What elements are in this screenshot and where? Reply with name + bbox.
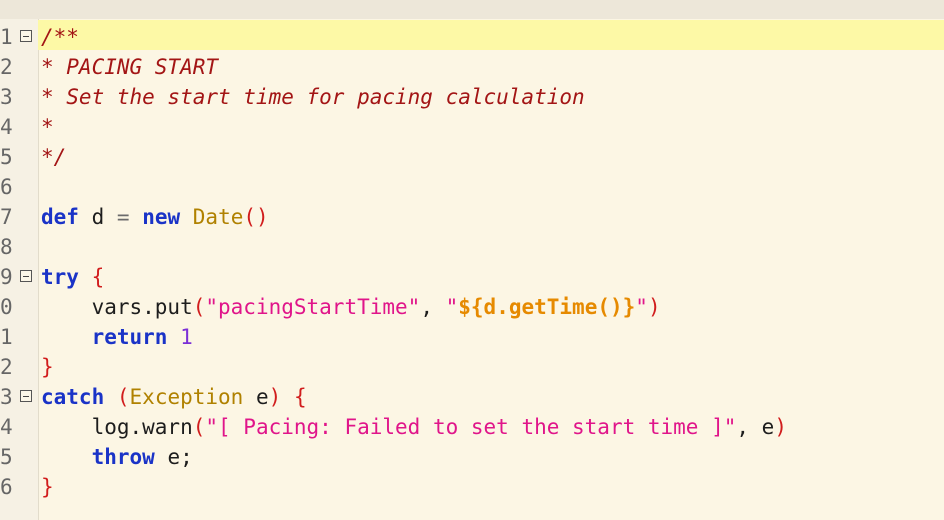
code-line[interactable]: 8 bbox=[0, 232, 944, 262]
code-text[interactable]: try { bbox=[41, 262, 104, 292]
code-token: "[ Pacing: Failed to set the start time … bbox=[205, 415, 737, 439]
code-editor[interactable]: 1 /** 2 * PACING START 3 * Set the start time… bbox=[0, 0, 944, 520]
code-line[interactable]: 4 * bbox=[0, 112, 944, 142]
code-text[interactable]: } bbox=[41, 352, 54, 382]
code-line[interactable]: 2} bbox=[0, 352, 944, 382]
code-text[interactable]: * PACING START bbox=[41, 52, 218, 82]
line-number: 5 bbox=[0, 445, 13, 469]
line-number: 9 bbox=[0, 265, 13, 289]
code-token: ) bbox=[647, 295, 661, 319]
code-line[interactable]: 3 catch (Exception e) { bbox=[0, 382, 944, 412]
fold-collapse-icon[interactable] bbox=[20, 390, 32, 402]
code-token: def bbox=[41, 205, 79, 229]
code-text[interactable]: * Set the start time for pacing calculat… bbox=[41, 82, 585, 112]
code-token: () bbox=[243, 205, 269, 229]
code-text[interactable]: def d = new Date() bbox=[41, 202, 269, 232]
code-line[interactable]: 3 * Set the start time for pacing calcula… bbox=[0, 82, 944, 112]
line-number: 1 bbox=[0, 25, 13, 49]
code-token: ( bbox=[116, 385, 130, 409]
fold-collapse-icon[interactable] bbox=[20, 270, 32, 282]
code-text[interactable]: return 1 bbox=[41, 322, 193, 352]
code-token: } bbox=[41, 355, 54, 379]
code-text[interactable]: vars.put("pacingStartTime", "${d.getTime… bbox=[41, 292, 661, 322]
code-token: vars.put bbox=[41, 295, 193, 319]
fold-collapse-icon[interactable] bbox=[20, 30, 32, 42]
code-line[interactable]: 0 vars.put("pacingStartTime", "${d.getTi… bbox=[0, 292, 944, 322]
code-text[interactable]: /** bbox=[41, 22, 79, 52]
line-number: 1 bbox=[0, 325, 13, 349]
code-token: Exception bbox=[129, 385, 244, 409]
line-number: 6 bbox=[0, 175, 13, 199]
code-line[interactable]: 6} bbox=[0, 472, 944, 502]
code-token: " bbox=[445, 295, 459, 319]
editor-top-bar bbox=[0, 0, 944, 19]
code-token: ( bbox=[192, 415, 206, 439]
line-number: 2 bbox=[0, 55, 13, 79]
code-token: try bbox=[41, 265, 79, 289]
code-line[interactable]: 6 bbox=[0, 172, 944, 202]
code-line[interactable]: 2 * PACING START bbox=[0, 52, 944, 82]
line-number: 6 bbox=[0, 475, 13, 499]
code-line[interactable]: 1 /** bbox=[0, 22, 944, 52]
code-token: throw bbox=[91, 445, 155, 469]
code-token: e bbox=[243, 385, 269, 409]
line-number: 4 bbox=[0, 115, 13, 139]
code-token: log.warn bbox=[41, 415, 193, 439]
code-token: Date bbox=[192, 205, 244, 229]
code-token: */ bbox=[41, 145, 67, 169]
code-token: /** bbox=[41, 25, 79, 49]
code-token: "pacingStartTime" bbox=[205, 295, 421, 319]
line-number: 7 bbox=[0, 205, 13, 229]
line-number: 0 bbox=[0, 295, 13, 319]
code-token: e; bbox=[154, 445, 193, 469]
code-line[interactable]: 5 throw e; bbox=[0, 442, 944, 472]
code-line[interactable]: 5 */ bbox=[0, 142, 944, 172]
code-lines[interactable]: 1 /** 2 * PACING START 3 * Set the start time… bbox=[0, 22, 944, 502]
code-text[interactable]: catch (Exception e) { bbox=[41, 382, 307, 412]
code-token: return bbox=[91, 325, 168, 349]
line-number: 8 bbox=[0, 235, 13, 259]
code-token: ${d.getTime()} bbox=[458, 295, 636, 319]
line-number: 3 bbox=[0, 85, 13, 109]
code-line[interactable]: 1 return 1 bbox=[0, 322, 944, 352]
code-token: , bbox=[420, 295, 446, 319]
code-token: = bbox=[116, 205, 130, 229]
code-token: ) bbox=[774, 415, 787, 439]
code-token: * Set the start time for pacing calculat… bbox=[41, 85, 585, 109]
code-text[interactable]: log.warn("[ Pacing: Failed to set the st… bbox=[41, 412, 787, 442]
code-line[interactable]: 7 def d = new Date() bbox=[0, 202, 944, 232]
code-token: } bbox=[41, 475, 54, 499]
code-token: ( bbox=[192, 295, 206, 319]
line-number: 4 bbox=[0, 415, 13, 439]
code-text[interactable]: throw e; bbox=[41, 442, 193, 472]
code-token: { bbox=[91, 265, 105, 289]
code-token: , e bbox=[736, 415, 775, 439]
code-token: { bbox=[293, 385, 307, 409]
code-token: * PACING START bbox=[41, 55, 219, 79]
code-token: catch bbox=[41, 385, 105, 409]
code-token: ) bbox=[268, 385, 282, 409]
code-token: " bbox=[635, 295, 648, 319]
code-token: d bbox=[78, 205, 117, 229]
code-line[interactable]: 4 log.warn("[ Pacing: Failed to set the … bbox=[0, 412, 944, 442]
line-number: 3 bbox=[0, 385, 13, 409]
line-number: 5 bbox=[0, 145, 13, 169]
code-line[interactable]: 9 try { bbox=[0, 262, 944, 292]
code-token: * bbox=[41, 115, 54, 139]
code-text[interactable]: * bbox=[41, 112, 54, 142]
line-number: 2 bbox=[0, 355, 13, 379]
code-token: new bbox=[142, 205, 181, 229]
code-text[interactable]: } bbox=[41, 472, 54, 502]
code-text[interactable]: */ bbox=[41, 142, 66, 172]
code-token: 1 bbox=[180, 325, 193, 349]
